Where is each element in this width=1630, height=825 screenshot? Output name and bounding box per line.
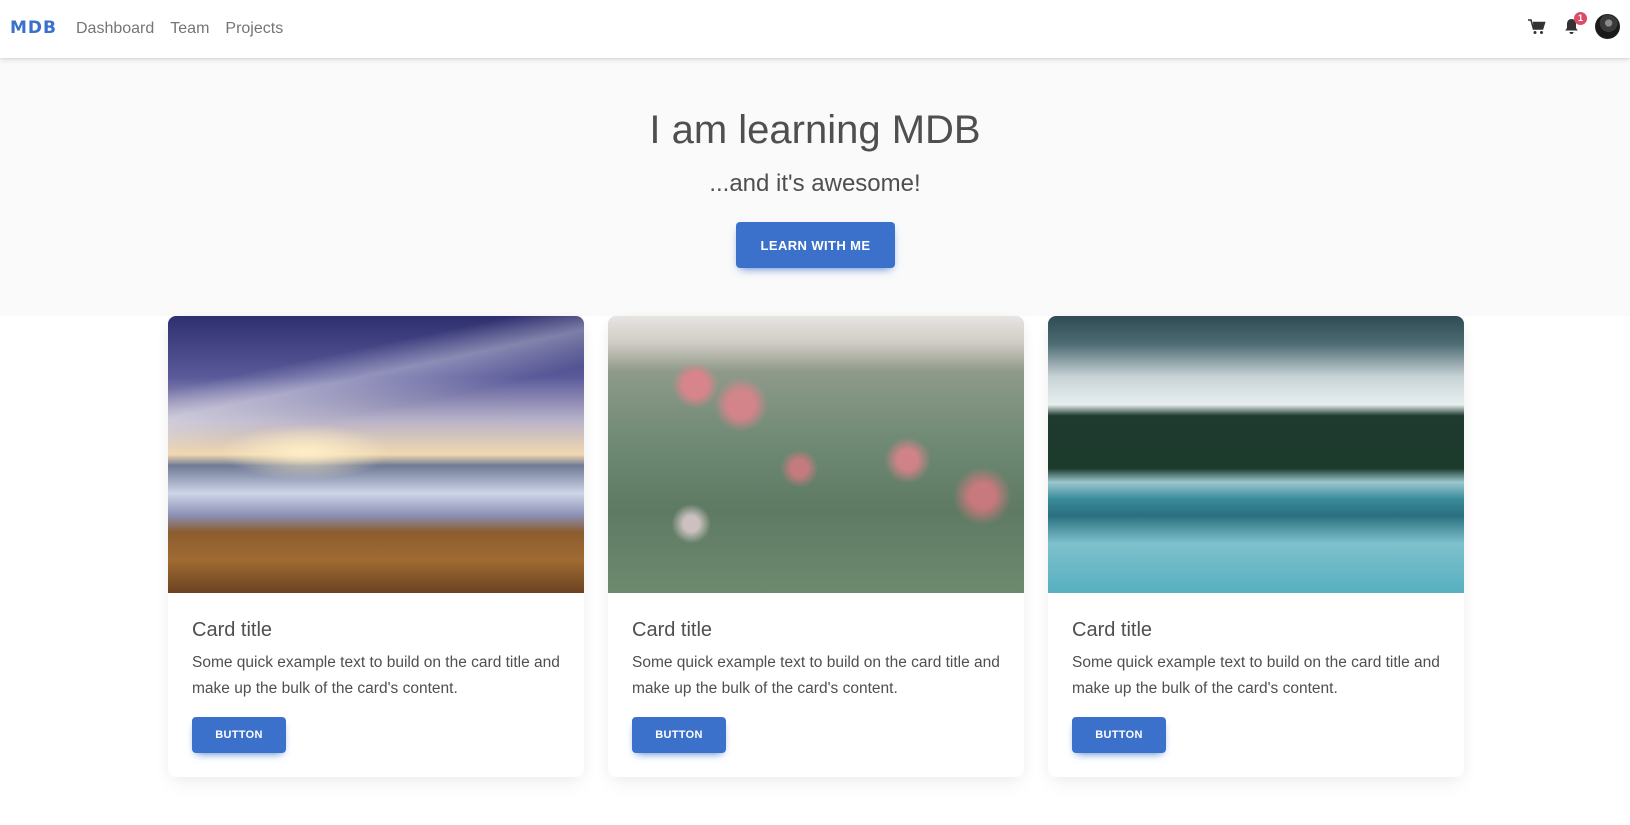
nav-link-dashboard[interactable]: Dashboard — [76, 18, 154, 40]
card-text: Some quick example text to build on the … — [1072, 654, 1440, 697]
learn-with-me-button[interactable]: LEARN WITH ME — [736, 222, 895, 268]
card-3: Card title Some quick example text to bu… — [1048, 316, 1464, 777]
card-title: Card title — [192, 619, 273, 641]
card-3-button[interactable]: BUTTON — [1072, 717, 1166, 753]
nav-link-projects[interactable]: Projects — [225, 18, 283, 40]
brand-logo[interactable]: MDB — [10, 17, 57, 39]
avatar[interactable] — [1595, 14, 1620, 39]
card-image-flowers — [608, 316, 1024, 593]
card-text: Some quick example text to build on the … — [192, 654, 560, 697]
bell-icon[interactable]: 1 — [1561, 11, 1587, 39]
notification-badge: 1 — [1574, 11, 1587, 25]
nav-right: 1 — [1527, 11, 1620, 39]
card-image-lake — [1048, 316, 1464, 593]
nav-links: Dashboard Team Projects — [76, 18, 283, 40]
card-2-button[interactable]: BUTTON — [632, 717, 726, 753]
nav-link-team[interactable]: Team — [170, 18, 209, 40]
navbar: MDB Dashboard Team Projects 1 — [0, 0, 1630, 58]
card-text: Some quick example text to build on the … — [632, 654, 1000, 697]
card-body: Card title Some quick example text to bu… — [1072, 593, 1440, 702]
card-image-beach — [168, 316, 584, 593]
cart-icon[interactable] — [1527, 15, 1547, 39]
card-body: Card title Some quick example text to bu… — [632, 593, 1000, 702]
card-1: Card title Some quick example text to bu… — [168, 316, 584, 777]
card-body: Card title Some quick example text to bu… — [192, 593, 560, 702]
hero-section: I am learning MDB ...and it's awesome! L… — [0, 58, 1630, 316]
card-title: Card title — [632, 619, 713, 641]
hero-subtitle: ...and it's awesome! — [709, 170, 921, 197]
hero-title: I am learning MDB — [649, 108, 981, 152]
card-2: Card title Some quick example text to bu… — [608, 316, 1024, 777]
card-title: Card title — [1072, 619, 1153, 641]
card-1-button[interactable]: BUTTON — [192, 717, 286, 753]
